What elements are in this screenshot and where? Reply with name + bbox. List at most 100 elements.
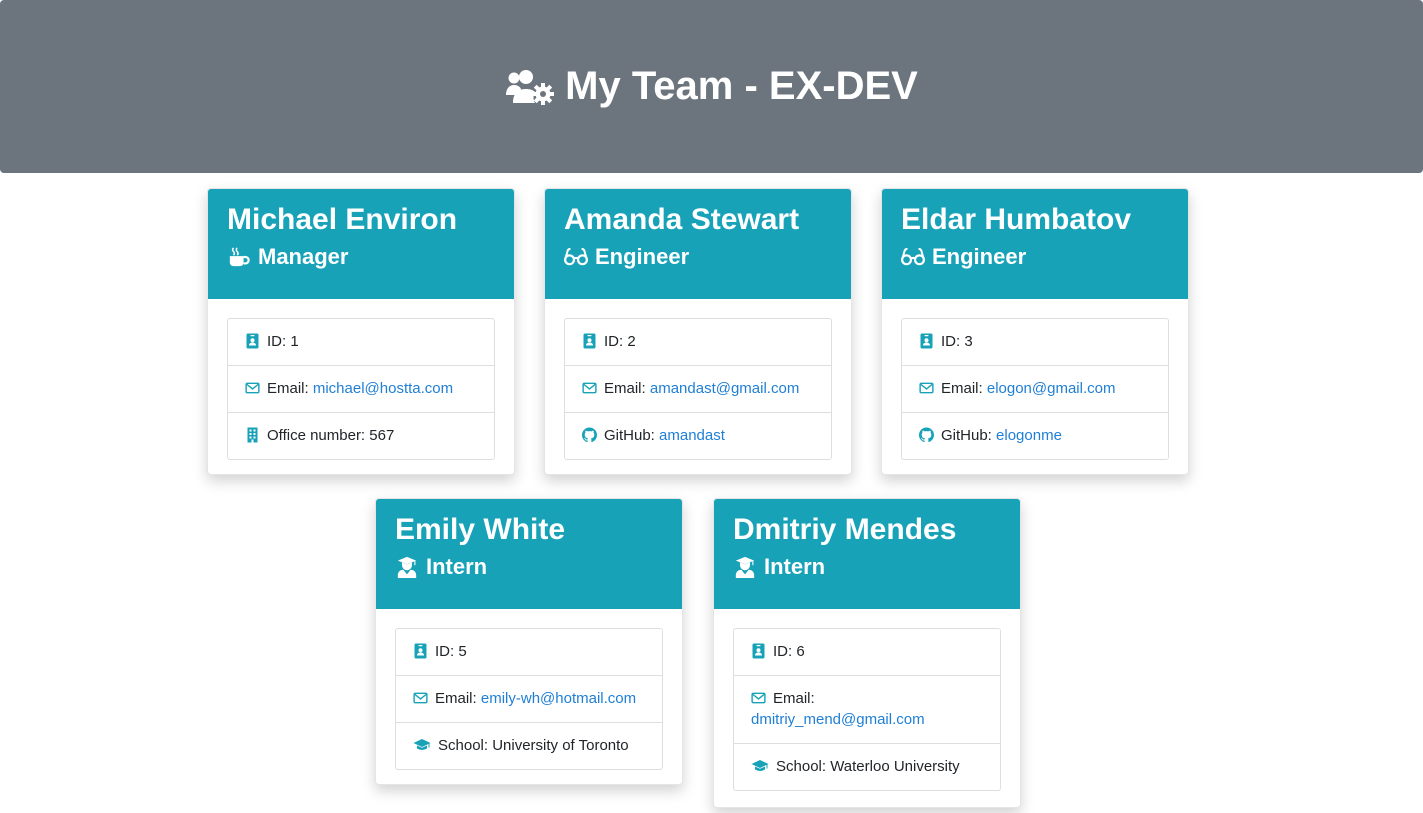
email-text: Email: dmitriy_mend@gmail.com: [751, 688, 925, 730]
employee-role: Manager: [227, 244, 495, 270]
employee-name: Amanda Stewart: [564, 203, 800, 236]
email-link[interactable]: michael@hostta.com: [313, 380, 453, 397]
employee-card: Dmitriy Mendes Intern ID: 6 Email: dmitri…: [713, 498, 1021, 808]
employee-card: Michael Environ Manager ID: 1 Email: mic…: [207, 188, 515, 475]
id-row: ID: 1: [228, 319, 494, 365]
card-header: Michael Environ Manager: [208, 189, 514, 299]
github-label: GitHub:: [941, 427, 992, 444]
envelope-icon: [413, 690, 428, 706]
employee-role: Intern: [733, 554, 1001, 580]
email-row: Email: dmitriy_mend@gmail.com: [734, 675, 1000, 743]
employee-name: Eldar Humbatov: [901, 203, 1132, 236]
card-header: Amanda Stewart Engineer: [545, 189, 851, 299]
id-text: ID: 5: [435, 643, 467, 660]
card-body: ID: 2 Email: amandast@gmail.com GitHub: …: [545, 299, 851, 474]
school-text: School: Waterloo University: [776, 758, 960, 775]
page-title: My Team - EX-DEV: [505, 64, 918, 109]
email-link[interactable]: emily-wh@hotmail.com: [481, 690, 636, 707]
email-label: Email:: [773, 690, 815, 707]
envelope-icon: [919, 380, 934, 396]
email-label: Email:: [435, 690, 477, 707]
school-row: School: University of Toronto: [396, 722, 662, 769]
employee-card: Eldar Humbatov Engineer ID: 3 Email: elo…: [881, 188, 1189, 475]
id-badge-icon: [245, 333, 260, 349]
email-link[interactable]: amandast@gmail.com: [650, 380, 799, 397]
github-row: GitHub: elogonme: [902, 412, 1168, 459]
card-header: Emily White Intern: [376, 499, 682, 609]
role-label: Intern: [426, 554, 488, 579]
users-cog-icon: [505, 69, 555, 105]
id-text: ID: 2: [604, 333, 636, 350]
glasses-icon: [564, 246, 588, 268]
id-badge-icon: [919, 333, 934, 349]
id-row: ID: 5: [396, 629, 662, 675]
office-row: Office number: 567: [228, 412, 494, 459]
github-link[interactable]: elogonme: [996, 427, 1062, 444]
email-row: Email: emily-wh@hotmail.com: [396, 675, 662, 722]
email-row: Email: elogon@gmail.com: [902, 365, 1168, 412]
email-label: Email:: [604, 380, 646, 397]
graduation-cap-icon: [751, 758, 769, 774]
id-badge-icon: [582, 333, 597, 349]
info-list: ID: 2 Email: amandast@gmail.com GitHub: …: [564, 318, 832, 460]
email-row: Email: michael@hostta.com: [228, 365, 494, 412]
id-badge-icon: [751, 643, 766, 659]
github-label: GitHub:: [604, 427, 655, 444]
envelope-icon: [582, 380, 597, 396]
school-row: School: Waterloo University: [734, 743, 1000, 790]
email-text: Email: elogon@gmail.com: [941, 378, 1115, 399]
role-label: Intern: [764, 554, 826, 579]
employee-name: Emily White: [395, 513, 566, 546]
role-label: Engineer: [595, 244, 690, 269]
card-body: ID: 6 Email: dmitriy_mend@gmail.com Schoo…: [714, 609, 1020, 807]
mug-hot-icon: [227, 246, 251, 268]
building-icon: [245, 427, 260, 443]
info-list: ID: 1 Email: michael@hostta.com Office n…: [227, 318, 495, 460]
employee-name: Dmitriy Mendes: [733, 513, 957, 546]
employee-role: Intern: [395, 554, 663, 580]
id-text: ID: 1: [267, 333, 299, 350]
github-icon: [919, 427, 934, 443]
email-text: Email: amandast@gmail.com: [604, 378, 799, 399]
card-body: ID: 3 Email: elogon@gmail.com GitHub: el…: [882, 299, 1188, 474]
info-list: ID: 6 Email: dmitriy_mend@gmail.com Schoo…: [733, 628, 1001, 791]
email-label: Email:: [267, 380, 309, 397]
card-body: ID: 5 Email: emily-wh@hotmail.com School…: [376, 609, 682, 784]
employee-role: Engineer: [901, 244, 1169, 270]
email-text: Email: michael@hostta.com: [267, 378, 453, 399]
school-text: School: University of Toronto: [438, 737, 629, 754]
graduation-cap-icon: [413, 737, 431, 753]
id-row: ID: 2: [565, 319, 831, 365]
id-text: ID: 6: [773, 643, 805, 660]
employee-card: Emily White Intern ID: 5 Email: emily-wh…: [375, 498, 683, 785]
employee-card: Amanda Stewart Engineer ID: 2 Email: ama…: [544, 188, 852, 475]
employee-role: Engineer: [564, 244, 832, 270]
email-row: Email: amandast@gmail.com: [565, 365, 831, 412]
github-row: GitHub: amandast: [565, 412, 831, 459]
user-graduate-icon: [395, 556, 419, 578]
email-text: Email: emily-wh@hotmail.com: [435, 688, 636, 709]
employee-name: Michael Environ: [227, 203, 458, 236]
envelope-icon: [751, 690, 766, 706]
role-label: Engineer: [932, 244, 1027, 269]
page-header: My Team - EX-DEV: [0, 0, 1423, 173]
email-link[interactable]: dmitriy_mend@gmail.com: [751, 709, 925, 730]
email-link[interactable]: elogon@gmail.com: [987, 380, 1116, 397]
github-link[interactable]: amandast: [659, 427, 725, 444]
id-text: ID: 3: [941, 333, 973, 350]
card-header: Dmitriy Mendes Intern: [714, 499, 1020, 609]
role-label: Manager: [258, 244, 349, 269]
id-badge-icon: [413, 643, 428, 659]
email-label: Email:: [941, 380, 983, 397]
envelope-icon: [245, 380, 260, 396]
id-row: ID: 3: [902, 319, 1168, 365]
office-text: Office number: 567: [267, 427, 395, 444]
id-row: ID: 6: [734, 629, 1000, 675]
page-title-text: My Team - EX-DEV: [565, 64, 918, 108]
github-icon: [582, 427, 597, 443]
glasses-icon: [901, 246, 925, 268]
info-list: ID: 3 Email: elogon@gmail.com GitHub: el…: [901, 318, 1169, 460]
github-text: GitHub: amandast: [604, 425, 725, 446]
info-list: ID: 5 Email: emily-wh@hotmail.com School…: [395, 628, 663, 770]
user-graduate-icon: [733, 556, 757, 578]
